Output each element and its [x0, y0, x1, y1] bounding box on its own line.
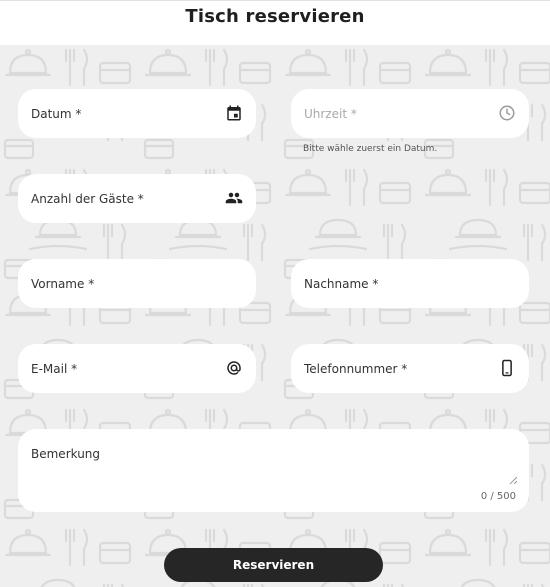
- people-icon: [225, 192, 243, 204]
- guests-field-label: Anzahl der Gäste *: [31, 192, 144, 206]
- remarks-field-label: Bemerkung: [31, 447, 101, 461]
- page-title: Tisch reservieren: [185, 6, 365, 27]
- last-name-field-label: Nachname *: [304, 277, 379, 291]
- header-bar: Tisch reservieren: [0, 0, 550, 45]
- date-field[interactable]: Datum *: [18, 89, 256, 138]
- time-field-label: Uhrzeit *: [304, 107, 357, 121]
- at-icon: [227, 361, 241, 375]
- resize-handle-icon[interactable]: [509, 476, 517, 484]
- clock-icon: [499, 105, 515, 121]
- smartphone-icon: [502, 359, 512, 377]
- date-field-label: Datum *: [31, 107, 82, 121]
- reservation-page: Tisch reservieren Datum * Uhrzeit * Bitt…: [0, 0, 550, 587]
- email-field[interactable]: E-Mail *: [18, 344, 256, 393]
- first-name-field-label: Vorname *: [31, 277, 95, 291]
- time-hint: Bitte wähle zuerst ein Datum.: [303, 144, 438, 154]
- phone-field-label: Telefonnummer *: [304, 362, 408, 376]
- calendar-icon[interactable]: [225, 104, 243, 122]
- character-counter: 0 / 500: [480, 491, 516, 502]
- guests-field[interactable]: Anzahl der Gäste *: [18, 174, 256, 223]
- last-name-field[interactable]: Nachname *: [291, 259, 529, 308]
- first-name-field[interactable]: Vorname *: [18, 259, 256, 308]
- remarks-textarea[interactable]: Bemerkung 0 / 500: [18, 429, 529, 512]
- phone-field[interactable]: Telefonnummer *: [291, 344, 529, 393]
- reserve-button[interactable]: Reservieren: [164, 548, 383, 582]
- time-field[interactable]: Uhrzeit *: [291, 89, 529, 138]
- email-field-label: E-Mail *: [31, 362, 78, 376]
